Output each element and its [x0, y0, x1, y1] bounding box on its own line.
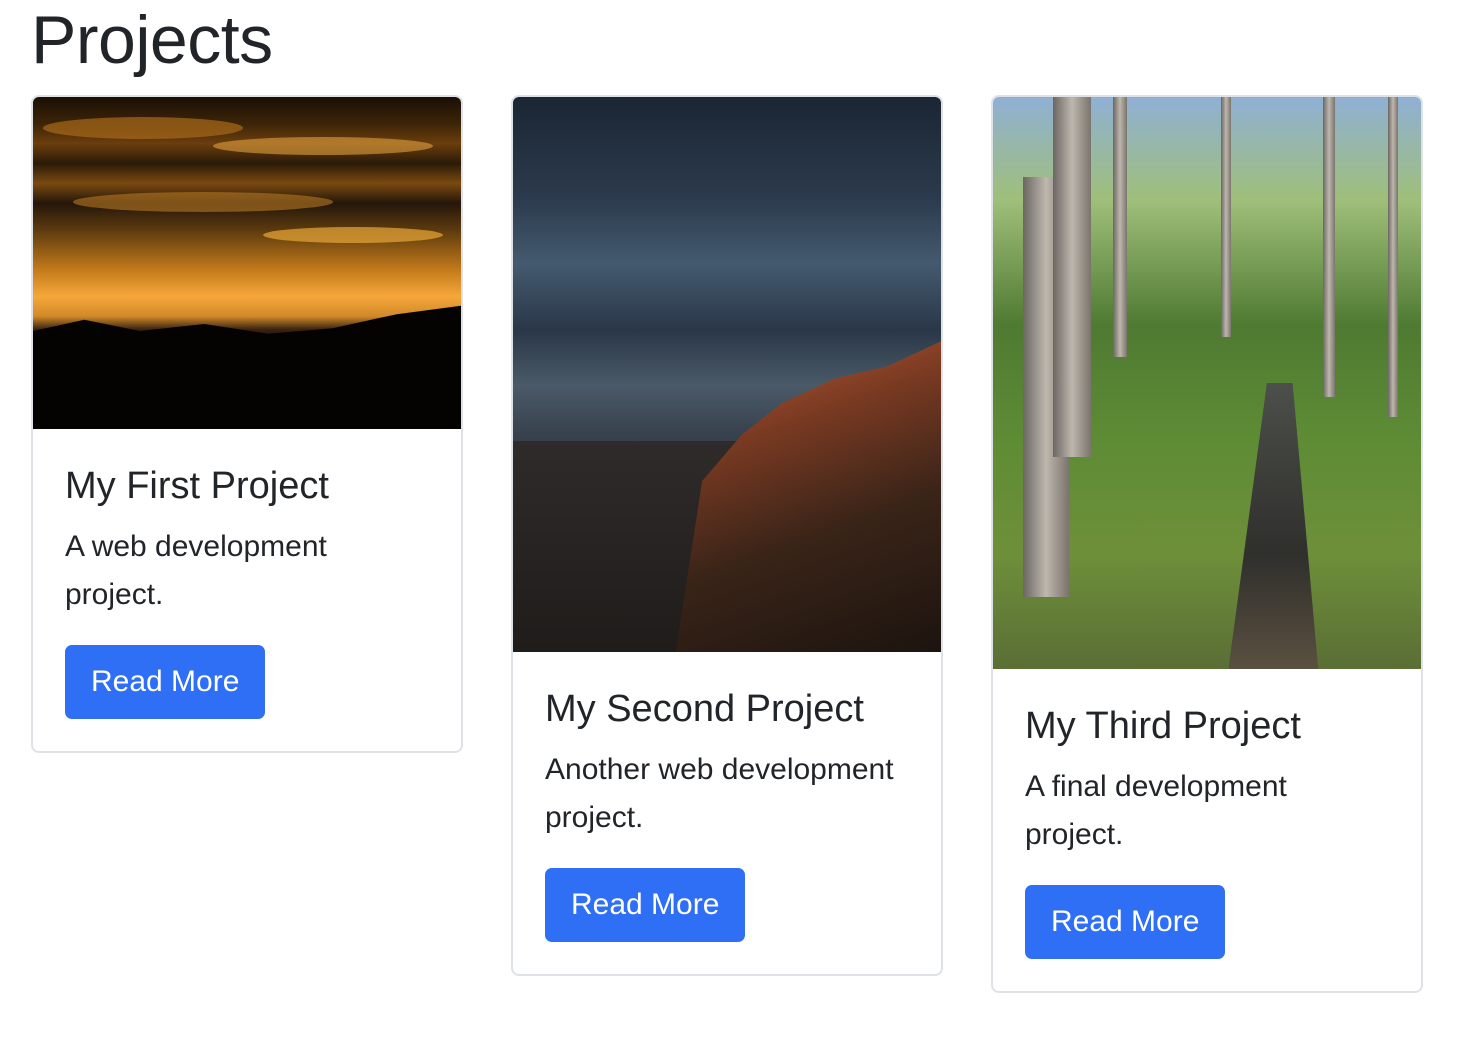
read-more-button[interactable]: Read More	[65, 645, 266, 719]
card-description: Another web development project.	[545, 753, 894, 834]
stormy-canyon-photo	[513, 97, 941, 652]
read-more-button[interactable]: Read More	[545, 868, 746, 942]
card-description: A web development project.	[65, 530, 327, 611]
read-more-button[interactable]: Read More	[1025, 885, 1226, 959]
forest-creek-photo	[993, 97, 1421, 669]
project-card: My Third Project A final development pro…	[991, 95, 1423, 993]
sunset-over-mountains-photo	[33, 97, 461, 429]
card-description: A final development project.	[1025, 770, 1287, 851]
project-card: My Second Project Another web developmen…	[511, 95, 943, 976]
project-card: My First Project A web development proje…	[31, 95, 463, 753]
card-title: My Third Project	[1025, 705, 1301, 747]
card-body: My Second Project Another web developmen…	[513, 652, 941, 974]
card-title: My Second Project	[545, 688, 864, 730]
card-body: My First Project A web development proje…	[33, 429, 461, 751]
card-body: My Third Project A final development pro…	[993, 669, 1421, 991]
card-title: My First Project	[65, 465, 329, 507]
page-title: Projects	[31, 2, 273, 78]
